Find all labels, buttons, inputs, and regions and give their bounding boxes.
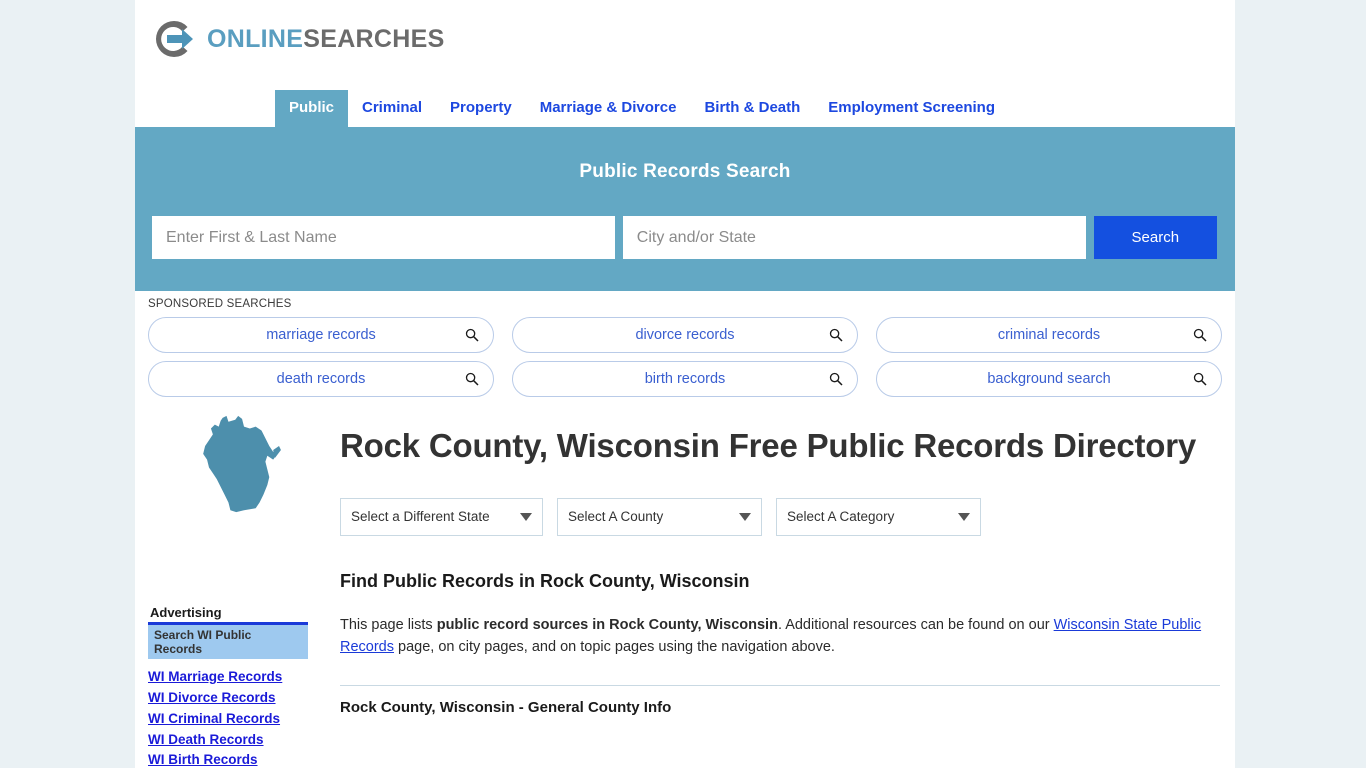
wisconsin-state-map-icon <box>203 415 281 513</box>
tab-criminal[interactable]: Criminal <box>348 90 436 127</box>
page-root: ONLINESEARCHES Public Criminal Property … <box>0 0 1366 768</box>
sponsored-pill-label: divorce records <box>635 327 735 343</box>
circle-arrow-icon <box>156 20 193 58</box>
sponsored-pill-label: death records <box>276 371 366 387</box>
sponsored-pill-birth-records[interactable]: birth records <box>512 361 858 397</box>
name-search-input[interactable] <box>152 216 615 259</box>
search-icon <box>465 372 479 386</box>
search-icon <box>1193 372 1207 386</box>
primary-navigation: Public Criminal Property Marriage & Divo… <box>135 85 1235 127</box>
state-map-container <box>148 405 340 605</box>
advert-link-wi-criminal-records[interactable]: WI Criminal Records <box>148 711 340 727</box>
advert-link-wi-marriage-records[interactable]: WI Marriage Records <box>148 669 340 685</box>
category-select[interactable]: Select A Category <box>776 497 981 536</box>
tab-public[interactable]: Public <box>275 90 349 127</box>
filter-dropdown-row: Select a Different State Select A County… <box>340 497 1220 536</box>
sponsored-pill-background-search[interactable]: background search <box>876 361 1222 397</box>
public-records-search-banner: Public Records Search Search <box>135 127 1235 291</box>
sponsored-pill-death-records[interactable]: death records <box>148 361 494 397</box>
chevron-down-icon <box>958 512 970 521</box>
advert-link-list: WI Marriage Records WI Divorce Records W… <box>148 669 340 768</box>
sponsored-pill-divorce-records[interactable]: divorce records <box>512 317 858 353</box>
sponsored-pill-label: criminal records <box>997 327 1101 343</box>
section-heading: Find Public Records in Rock County, Wisc… <box>340 570 750 591</box>
banner-title: Public Records Search <box>579 161 791 182</box>
advertising-label: Advertising <box>150 605 222 620</box>
site-logo[interactable]: ONLINESEARCHES <box>153 18 445 60</box>
category-select-value: Select A Category <box>787 509 895 525</box>
search-icon <box>1193 328 1207 342</box>
intro-text-part2: . Additional resources can be found on o… <box>777 616 1054 633</box>
sponsored-pill-grid: marriage records divorce records crimina… <box>148 317 1222 397</box>
sponsored-pill-label: background search <box>987 371 1111 387</box>
advert-header-bar: Search WI Public Records <box>148 625 308 659</box>
advert-link-wi-divorce-records[interactable]: WI Divorce Records <box>148 690 340 706</box>
tab-marriage-divorce[interactable]: Marriage & Divorce <box>526 90 691 127</box>
general-county-info-heading: Rock County, Wisconsin - General County … <box>340 698 672 716</box>
body-wrapper: Advertising Search WI Public Records WI … <box>135 405 1235 768</box>
sponsored-pill-marriage-records[interactable]: marriage records <box>148 317 494 353</box>
logo-text-searches: SEARCHES <box>303 24 445 53</box>
tab-property[interactable]: Property <box>436 90 526 127</box>
search-icon <box>829 372 843 386</box>
content-container: ONLINESEARCHES Public Criminal Property … <box>135 0 1235 768</box>
tab-birth-death[interactable]: Birth & Death <box>690 90 814 127</box>
advert-link-wi-death-records[interactable]: WI Death Records <box>148 732 340 748</box>
main-column: Rock County, Wisconsin Free Public Recor… <box>340 405 1235 768</box>
sponsored-pill-label: marriage records <box>266 327 376 343</box>
left-sidebar: Advertising Search WI Public Records WI … <box>135 405 340 768</box>
county-select[interactable]: Select A County <box>557 497 762 536</box>
sponsored-pill-criminal-records[interactable]: criminal records <box>876 317 1222 353</box>
search-button[interactable]: Search <box>1093 216 1217 259</box>
state-select-value: Select a Different State <box>351 509 490 525</box>
logo-text-online: ONLINE <box>207 24 304 53</box>
intro-text-part3: page, on city pages, and on topic pages … <box>394 639 835 656</box>
tab-employment-screening[interactable]: Employment Screening <box>814 90 1009 127</box>
sponsored-pill-label: birth records <box>644 371 726 387</box>
intro-bold-source: public record sources in Rock County, Wi… <box>436 616 778 633</box>
site-header: ONLINESEARCHES <box>135 0 1235 85</box>
search-icon <box>465 328 479 342</box>
sponsored-searches-section: SPONSORED SEARCHES marriage records divo… <box>135 291 1235 397</box>
chevron-down-icon <box>520 512 532 521</box>
search-form: Search <box>152 216 1217 259</box>
page-title: Rock County, Wisconsin Free Public Recor… <box>340 427 1197 464</box>
intro-text-part1: This page lists <box>340 616 437 633</box>
sponsored-searches-label: SPONSORED SEARCHES <box>148 298 292 310</box>
advert-link-wi-birth-records[interactable]: WI Birth Records <box>148 753 340 768</box>
county-select-value: Select A County <box>568 509 664 525</box>
chevron-down-icon <box>739 512 751 521</box>
search-icon <box>829 328 843 342</box>
state-select[interactable]: Select a Different State <box>340 497 543 536</box>
intro-paragraph: This page lists public record sources in… <box>340 614 1202 659</box>
location-search-input[interactable] <box>622 216 1086 259</box>
